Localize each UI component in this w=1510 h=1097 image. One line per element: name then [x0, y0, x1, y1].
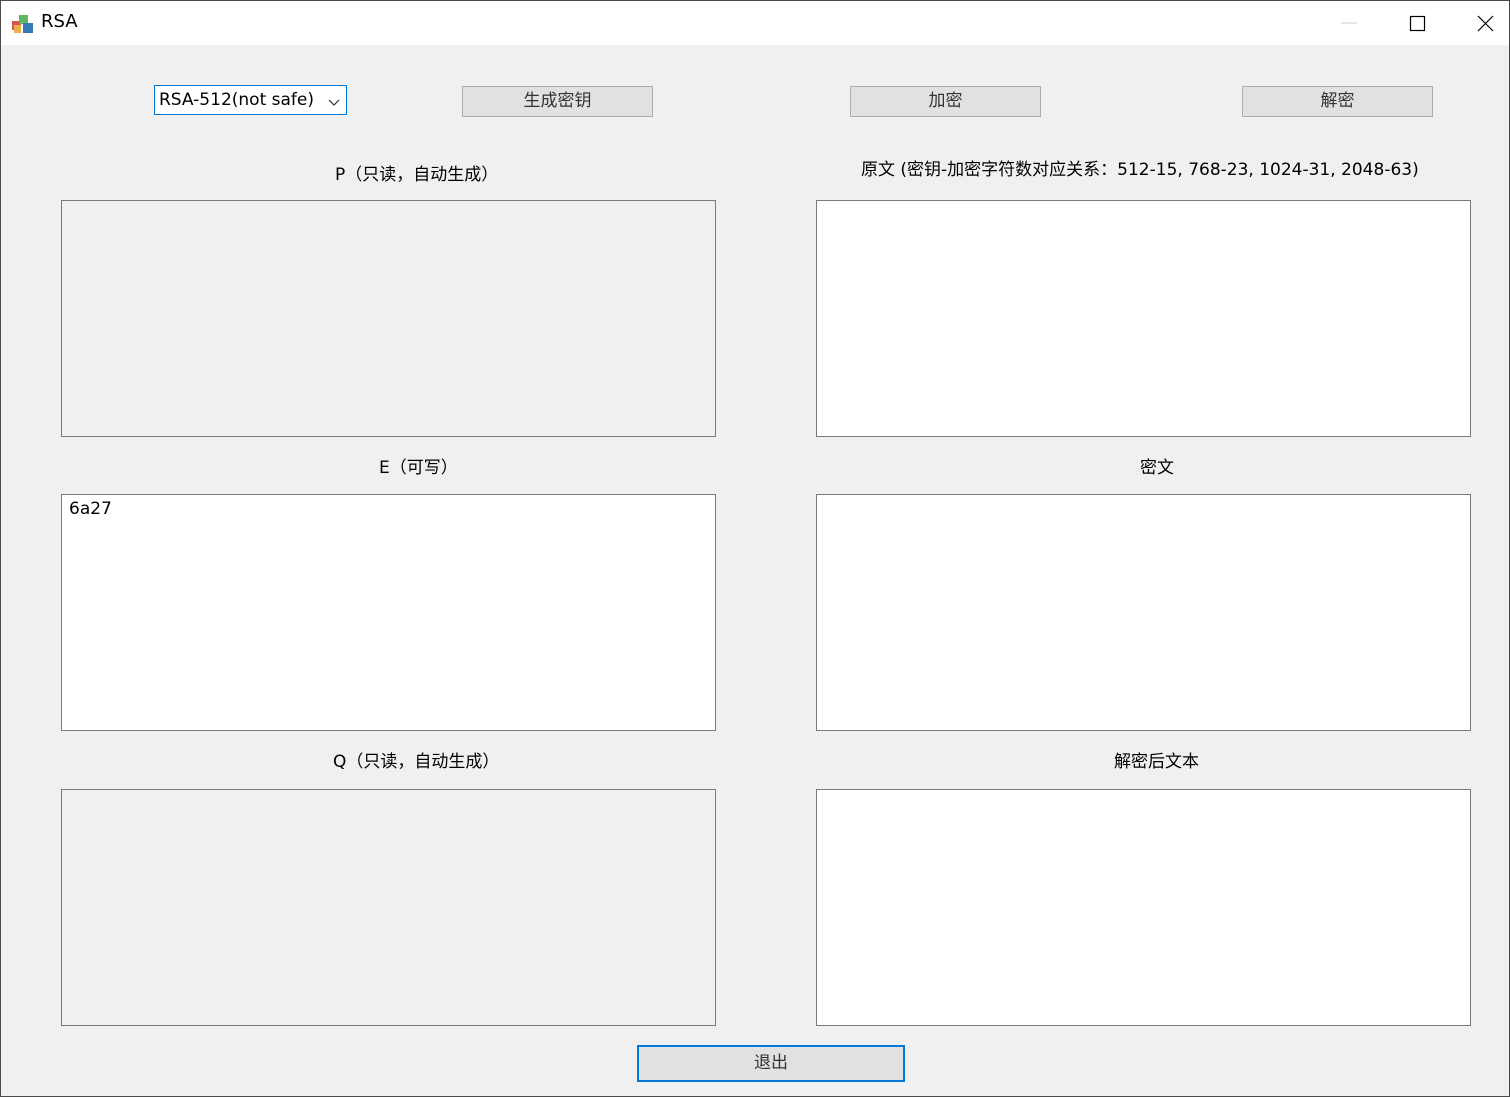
decrypted-label: 解密后文本: [1114, 752, 1199, 772]
close-button[interactable]: [1453, 1, 1509, 45]
key-size-selected-value: RSA-512(not safe): [159, 90, 314, 110]
window-title: RSA: [41, 11, 78, 32]
ciphertext-label: 密文: [1140, 458, 1174, 478]
plaintext-textbox[interactable]: [816, 200, 1471, 437]
title-bar[interactable]: RSA: [1, 1, 1509, 45]
close-icon: [1477, 15, 1494, 32]
maximize-button[interactable]: [1385, 1, 1449, 45]
maximize-icon: [1409, 15, 1426, 32]
exit-button[interactable]: 退出: [637, 1045, 905, 1082]
decrypted-textbox[interactable]: [816, 789, 1471, 1026]
rsa-window: RSA RSA-512(not safe) 生成密钥 加密 解密 P（只读，自动…: [0, 0, 1510, 1097]
q-textbox[interactable]: [61, 789, 716, 1026]
decrypt-button[interactable]: 解密: [1242, 86, 1433, 117]
p-label: P（只读，自动生成）: [335, 165, 499, 185]
key-size-select[interactable]: RSA-512(not safe): [154, 85, 347, 115]
minimize-icon: [1341, 22, 1357, 24]
chevron-down-icon: [328, 93, 340, 112]
app-icon: [11, 12, 35, 36]
plaintext-label: 原文 (密钥-加密字符数对应关系：512-15, 768-23, 1024-31…: [861, 160, 1419, 180]
p-textbox[interactable]: [61, 200, 716, 437]
e-textbox[interactable]: 6a27: [61, 494, 716, 731]
generate-key-button[interactable]: 生成密钥: [462, 86, 653, 117]
minimize-button[interactable]: [1317, 1, 1381, 45]
ciphertext-textbox[interactable]: [816, 494, 1471, 731]
q-label: Q（只读，自动生成）: [333, 752, 500, 772]
e-label: E（可写）: [379, 458, 458, 478]
encrypt-button[interactable]: 加密: [850, 86, 1041, 117]
